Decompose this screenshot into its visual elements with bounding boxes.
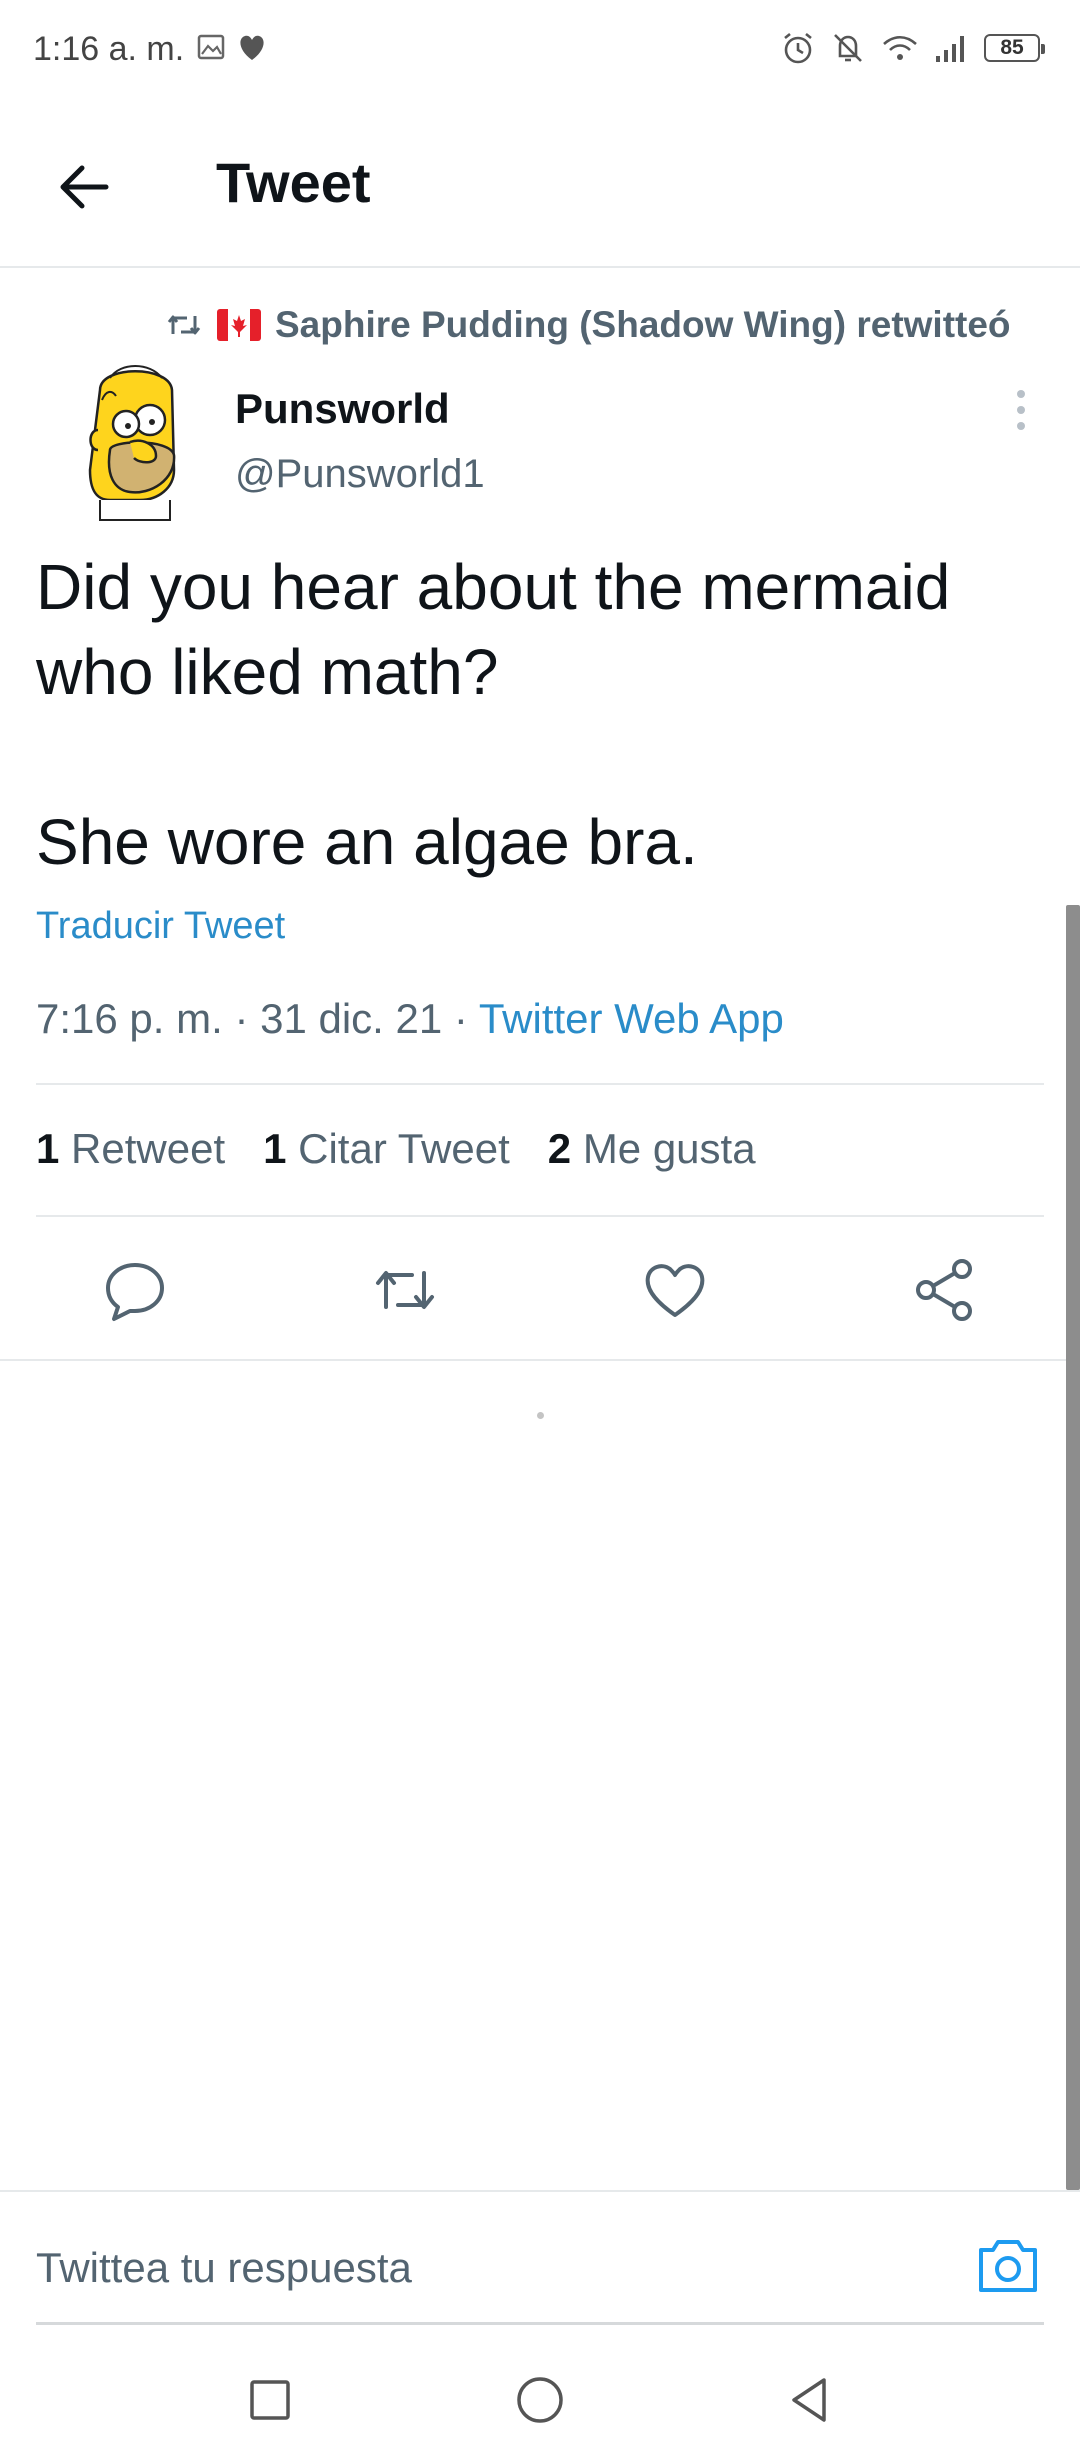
meta-separator: ·: [234, 995, 261, 1042]
back-nav-icon[interactable]: [780, 2370, 840, 2430]
quotes-stat[interactable]: 1 Citar Tweet: [263, 1125, 510, 1173]
retweeted-by[interactable]: Saphire Pudding (Shadow Wing) retwitteó: [165, 300, 1011, 350]
mute-bell-icon: [834, 34, 862, 62]
retweet-small-icon: [167, 315, 201, 335]
reply-bar: Twittea tu respuesta: [0, 2190, 1080, 2327]
reply-input[interactable]: Twittea tu respuesta: [36, 2244, 412, 2292]
tweet-date: 31 dic. 21: [260, 995, 443, 1042]
retweets-stat[interactable]: 1 Retweet: [36, 1125, 225, 1173]
status-bar: 1:16 a. m. 85: [0, 0, 1080, 100]
alarm-icon: [784, 32, 812, 64]
tweet-time: 7:16 p. m.: [36, 995, 223, 1042]
recent-apps-icon[interactable]: [240, 2370, 300, 2430]
system-nav-bar: [0, 2340, 1080, 2460]
tweet-actions: [0, 1255, 1080, 1335]
signal-icon: [936, 36, 964, 62]
tweet-meta: 7:16 p. m. · 31 dic. 21 · Twitter Web Ap…: [36, 995, 784, 1043]
likes-stat[interactable]: 2 Me gusta: [548, 1125, 756, 1173]
app-header: Tweet: [0, 110, 1080, 268]
retweet-text: Saphire Pudding (Shadow Wing) retwitteó: [275, 304, 1011, 345]
divider: [0, 1359, 1080, 1361]
more-options-icon[interactable]: [1006, 386, 1036, 436]
author-name[interactable]: Punsworld: [235, 385, 450, 433]
gallery-icon: [197, 34, 225, 60]
loading-indicator: [537, 1412, 544, 1419]
author-handle[interactable]: @Punsworld1: [235, 452, 485, 497]
canada-flag-icon: [217, 309, 261, 341]
heart-status-icon: [240, 35, 264, 60]
reply-icon[interactable]: [100, 1255, 170, 1325]
camera-icon[interactable]: [975, 2234, 1041, 2296]
system-icons: 85: [780, 30, 1045, 66]
battery-icon: 85: [984, 34, 1045, 62]
tweet-source-link[interactable]: Twitter Web App: [479, 995, 784, 1042]
avatar[interactable]: [80, 360, 188, 525]
status-time: 1:16 a. m.: [33, 30, 185, 68]
divider: [36, 1083, 1044, 1085]
page-title: Tweet: [216, 151, 371, 214]
tweet-stats: 1 Retweet 1 Citar Tweet 2 Me gusta: [36, 1125, 756, 1173]
tweet-text: Did you hear about the mermaid who liked…: [36, 551, 951, 878]
meta-separator: ·: [453, 995, 479, 1042]
divider: [36, 1215, 1044, 1217]
like-icon[interactable]: [640, 1255, 710, 1325]
share-icon[interactable]: [910, 1255, 980, 1325]
retweet-icon[interactable]: [370, 1255, 440, 1325]
notification-icons: [196, 32, 268, 62]
reply-underline: [36, 2322, 1044, 2325]
translate-tweet-link[interactable]: Traducir Tweet: [36, 905, 285, 948]
home-icon[interactable]: [510, 2370, 570, 2430]
back-arrow-icon[interactable]: [50, 152, 120, 222]
scrollbar[interactable]: [1066, 905, 1080, 2190]
wifi-icon: [883, 35, 917, 60]
